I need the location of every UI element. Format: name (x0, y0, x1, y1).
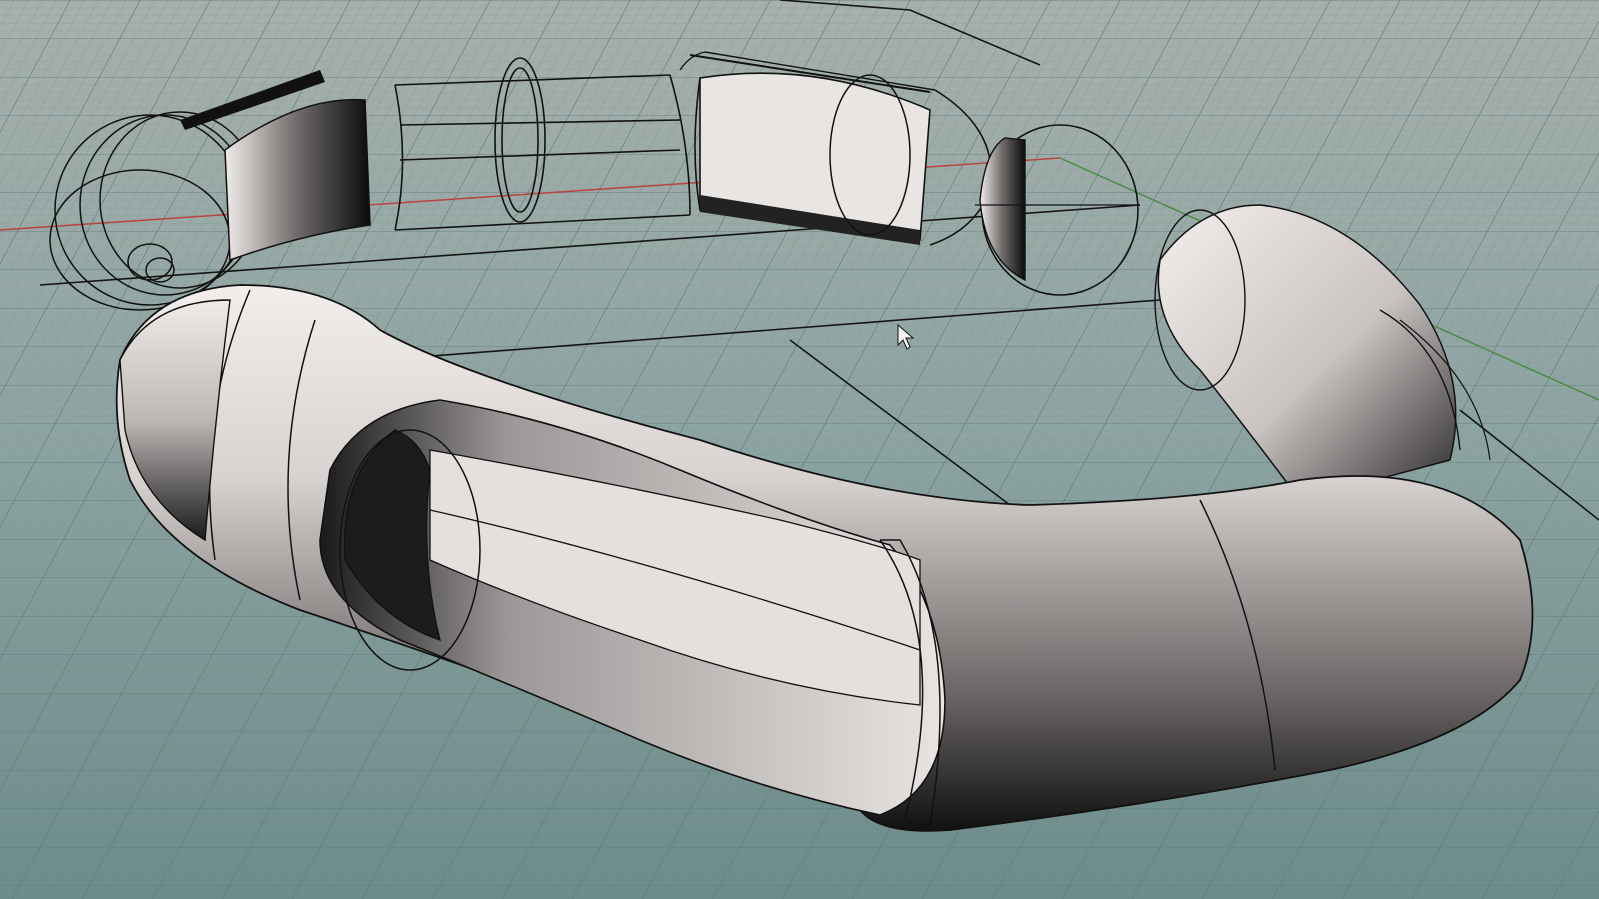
viewport-canvas[interactable] (0, 0, 1599, 899)
cad-viewport[interactable] (0, 0, 1599, 899)
